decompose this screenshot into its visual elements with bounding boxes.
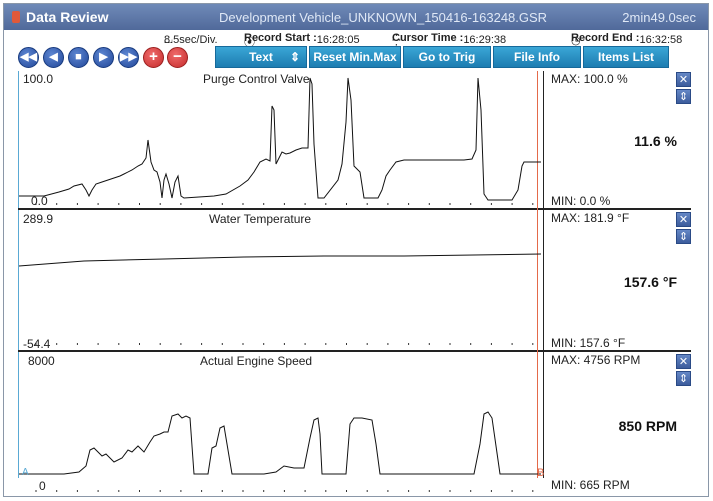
engine-speed-top-value: 8000	[28, 354, 55, 368]
purge-bottom-value: 0.0	[31, 194, 48, 208]
engine-speed-bottom-value: 0	[39, 479, 46, 493]
water-temp-side-panel: MAX: 181.9 °F 157.6 °F MIN: 157.6 °F	[545, 210, 691, 350]
close-icon: ✕	[678, 74, 689, 86]
expand-icon: ⇕	[678, 373, 689, 385]
water-temp-top-value: 289.9	[23, 212, 54, 226]
water-temp-max: MAX: 181.9 °F	[551, 211, 630, 225]
purge-trace	[19, 77, 541, 201]
engine-speed-min: MIN: 665 RPM	[551, 478, 630, 492]
purge-expand-button[interactable]: ⇕	[676, 89, 691, 104]
expand-icon: ⇕	[678, 231, 689, 243]
tick-marks	[35, 203, 534, 492]
engine-speed-title: Actual Engine Speed	[200, 354, 313, 368]
water-temp-current-value: 157.6 °F	[623, 274, 677, 290]
engine-speed-current-value: 850 RPM	[618, 418, 677, 434]
purge-top-value: 100.0	[23, 72, 54, 86]
marker-b[interactable]: B	[537, 467, 544, 479]
expand-icon: ⇕	[678, 91, 689, 103]
engine-speed-trace	[19, 411, 541, 475]
engine-speed-close-button[interactable]: ✕	[676, 354, 691, 369]
close-icon: ✕	[678, 214, 689, 226]
water-temp-close-button[interactable]: ✕	[676, 212, 691, 227]
purge-current-value: 11.6 %	[634, 133, 677, 149]
water-temp-expand-button[interactable]: ⇕	[676, 229, 691, 244]
water-temp-title: Water Temperature	[209, 212, 312, 226]
marker-a[interactable]: A	[22, 467, 29, 478]
data-review-window: Data Review Development Vehicle_UNKNOWN_…	[3, 3, 709, 497]
purge-side-panel: MAX: 100.0 % 11.6 % MIN: 0.0 %	[545, 71, 691, 208]
engine-speed-expand-button[interactable]: ⇕	[676, 371, 691, 386]
water-temp-min: MIN: 157.6 °F	[551, 336, 626, 350]
water-temp-bottom-value: -54.4	[23, 337, 51, 351]
purge-min: MIN: 0.0 %	[551, 194, 611, 208]
engine-speed-side-panel: MAX: 4756 RPM 850 RPM MIN: 665 RPM	[545, 352, 691, 492]
engine-speed-max: MAX: 4756 RPM	[551, 353, 641, 367]
close-icon: ✕	[678, 356, 689, 368]
purge-title: Purge Control Valve	[203, 72, 310, 86]
purge-close-button[interactable]: ✕	[676, 72, 691, 87]
purge-max: MAX: 100.0 %	[551, 72, 628, 86]
water-temp-trace	[18, 253, 542, 267]
